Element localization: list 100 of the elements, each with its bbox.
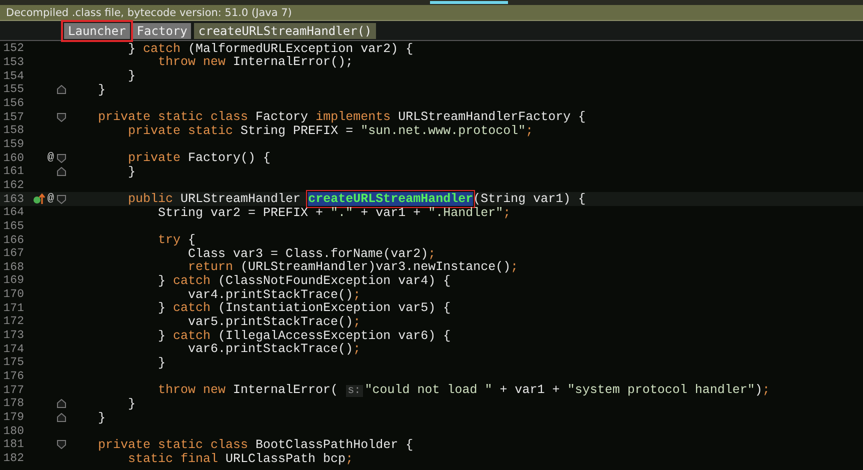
code-text: { [187,233,196,248]
implements-icon[interactable] [33,193,46,206]
override-icon[interactable]: @ [47,152,54,164]
keyword: static final [128,452,218,466]
keyword: catch [173,301,211,316]
breadcrumb[interactable]: createURLStreamHandler() [194,22,376,38]
line-number: 176 [2,370,24,384]
keyword: private static class [98,110,248,124]
keyword: ; [503,206,511,220]
line-number: 174 [2,342,24,356]
line-number: 181 [2,438,24,452]
code-text: URLClassPath bcp [224,452,346,466]
method-name-highlight: createURLStreamHandler [308,192,474,206]
code-text: (URLStreamHandler)var3.newInstance() [240,260,511,274]
line-number: 179 [2,411,24,424]
breadcrumb[interactable]: Factory [132,22,192,38]
code-text: } [128,396,136,411]
line-number: 163 [2,192,24,206]
override-icon[interactable]: @ [47,193,54,206]
line-number: 178 [2,397,24,410]
code-text: String PREFIX = [240,124,354,138]
line-number: 157 [2,110,24,124]
keyword: ; [353,342,361,356]
fold-end-icon[interactable] [56,399,66,408]
keyword: return [188,260,234,274]
code-text: } [158,356,166,370]
keyword: ; [526,124,534,138]
code-text: var5.printStackTrace() [188,314,354,329]
line-number: 154 [2,70,24,83]
code-text: URLStreamHandlerFactory { [397,110,586,124]
line-number: 166 [2,234,24,247]
line-number: 172 [2,315,24,328]
code-text: } [98,410,106,425]
fold-end-icon[interactable] [56,167,66,176]
fold-icon[interactable] [56,154,66,163]
code-text: (ClassNotFoundException var4) { [217,274,451,288]
fold-icon[interactable] [56,440,66,450]
code-text: BootClassPathHolder { [254,438,414,452]
line-number: 152 [2,42,24,56]
code-text: Factory [254,110,310,124]
line-number: 165 [2,220,24,233]
code-text: ) [754,383,762,398]
code-text: var6.printStackTrace() [188,342,354,356]
code-text: (InstantiationException var5) { [217,301,451,316]
line-number: 158 [2,124,24,138]
line-number: 180 [2,424,24,438]
banner-text: Decompiled .class file, bytecode version: 51.0 (Java 7) [6,6,292,18]
code-text: Class var3 = Class.forName(var2) [188,246,428,261]
code-text: } [158,274,167,288]
line-number: 159 [2,138,24,151]
line-number: 164 [2,206,24,220]
fold-icon[interactable] [56,194,66,204]
line-number: 153 [2,56,24,69]
code-text: } [158,328,167,343]
keyword: private static class [98,438,248,452]
code-text: } [158,301,167,316]
line-number: 161 [2,165,24,178]
line-number: 171 [2,302,24,315]
line-number: 168 [2,260,24,274]
keyword: catch [173,274,211,288]
string-literal: "could not load " [364,383,492,398]
code-text: } [128,42,137,56]
code-text: InternalError( [232,383,340,398]
string-literal: ".Handler" [428,206,504,220]
keyword: ; [428,246,436,261]
keyword: implements [316,110,391,124]
keyword: ; [353,314,361,329]
line-number: 173 [2,329,24,342]
fold-end-icon[interactable] [56,85,66,94]
code-text: } [128,69,136,84]
fold-icon[interactable] [56,112,66,122]
keyword: ; [353,288,361,302]
code-text: var4.printStackTrace() [188,288,354,302]
line-number: 177 [2,384,24,397]
code-text: InternalError(); [232,55,354,70]
parameter-hint: s: [346,385,363,398]
code-text: } [128,164,136,179]
keyword: private [128,151,181,166]
line-number: 167 [2,247,24,260]
line-number: 169 [2,274,24,288]
code-text: (IllegalAccessException var6) { [217,328,451,343]
keyword: private static [128,124,234,138]
line-number: 160 [2,152,24,165]
keyword: public [128,192,174,206]
string-literal: "system protocol handler" [567,383,755,398]
keyword: ; [762,383,770,398]
line-number: 182 [2,452,24,466]
keyword: throw new [158,383,226,398]
code-text: + var1 + [498,383,561,398]
code-text: (MalformedURLException var2) { [187,42,414,56]
keyword: throw new [158,55,226,70]
line-number: 175 [2,356,24,370]
line-number: 162 [2,178,24,192]
string-literal: "sun.net.www.protocol" [360,124,526,138]
line-number: 156 [2,96,24,110]
line-number: 155 [2,83,24,96]
keyword: ; [510,260,518,274]
code-text: + var1 + [360,206,422,220]
code-text: (String var1) { [473,192,586,206]
fold-end-icon[interactable] [56,413,66,422]
